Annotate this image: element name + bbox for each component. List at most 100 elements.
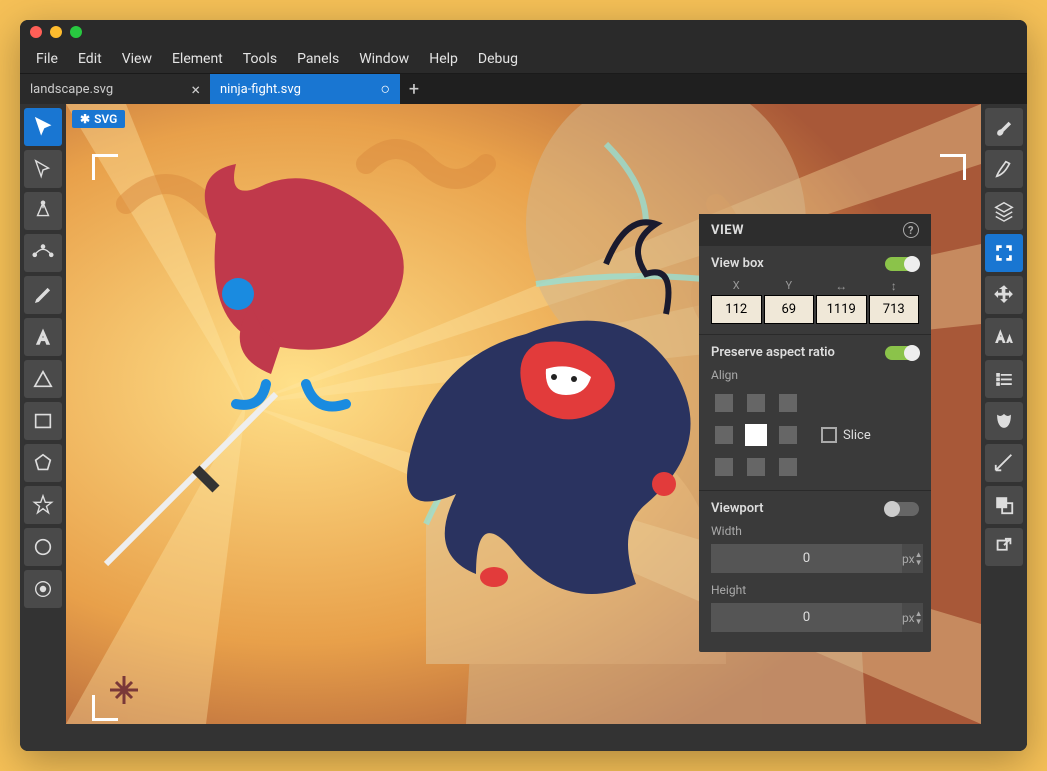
viewbox-height-input[interactable] xyxy=(869,295,920,324)
curve-tool[interactable] xyxy=(24,234,62,272)
new-tab-button[interactable]: + xyxy=(400,74,428,104)
view-panel-button[interactable] xyxy=(985,234,1023,272)
menu-edit[interactable]: Edit xyxy=(70,47,110,71)
star-tool[interactable] xyxy=(24,486,62,524)
vb-header-x: X xyxy=(711,279,762,293)
panel-title: VIEW xyxy=(711,223,744,238)
badge-label: SVG xyxy=(94,112,117,126)
direct-select-tool[interactable] xyxy=(24,150,62,188)
menu-view[interactable]: View xyxy=(114,47,160,71)
pointer-tool[interactable] xyxy=(24,108,62,146)
viewport-height-input[interactable] xyxy=(711,603,902,632)
pen-panel-button[interactable] xyxy=(985,150,1023,188)
menu-panels[interactable]: Panels xyxy=(289,47,347,71)
align-top-left[interactable] xyxy=(715,394,733,412)
menu-file[interactable]: File xyxy=(28,47,66,71)
checkbox-icon xyxy=(821,427,837,443)
list-panel-button[interactable] xyxy=(985,360,1023,398)
view-panel: VIEW ? View box X Y ↔ ↕ xyxy=(699,214,931,652)
tabbar: landscape.svg × ninja-fight.svg ○ + xyxy=(20,74,1027,104)
close-icon[interactable]: ○ xyxy=(380,79,390,99)
canvas[interactable]: ✱ SVG VIEW ? View box X Y xyxy=(66,104,981,751)
viewbox-section: View box X Y ↔ ↕ xyxy=(699,246,931,335)
slice-label: Slice xyxy=(843,428,871,443)
preserve-label: Preserve aspect ratio xyxy=(711,345,835,360)
preserve-aspect-section: Preserve aspect ratio Align xyxy=(699,335,931,491)
layers-panel-button[interactable] xyxy=(985,192,1023,230)
menu-debug[interactable]: Debug xyxy=(470,47,526,71)
chevron-down-icon: ▼ xyxy=(915,618,923,626)
brush-panel-button[interactable] xyxy=(985,108,1023,146)
align-bottom-center[interactable] xyxy=(747,458,765,476)
right-toolbar xyxy=(981,104,1027,751)
viewbox-y-input[interactable] xyxy=(764,295,815,324)
help-icon[interactable]: ? xyxy=(903,222,919,238)
slice-checkbox[interactable]: Slice xyxy=(821,427,871,443)
tab-label: landscape.svg xyxy=(30,82,113,97)
export-panel-button[interactable] xyxy=(985,528,1023,566)
menu-element[interactable]: Element xyxy=(164,47,231,71)
vb-header-y: Y xyxy=(764,279,815,293)
viewport-corner-bottom-left xyxy=(92,695,118,721)
width-stepper[interactable]: ▲ ▼ xyxy=(915,544,923,573)
viewport-corner-top-left xyxy=(92,154,118,180)
path-tool[interactable] xyxy=(24,192,62,230)
file-tab-landscape[interactable]: landscape.svg × xyxy=(20,74,210,104)
align-label: Align xyxy=(711,368,919,382)
measure-panel-button[interactable] xyxy=(985,444,1023,482)
overlap-panel-button[interactable] xyxy=(985,486,1023,524)
pencil-tool[interactable] xyxy=(24,276,62,314)
width-unit[interactable]: px xyxy=(902,544,915,573)
align-bottom-left[interactable] xyxy=(715,458,733,476)
file-tab-ninja-fight[interactable]: ninja-fight.svg ○ xyxy=(210,74,400,104)
move-panel-button[interactable] xyxy=(985,276,1023,314)
viewbox-x-input[interactable] xyxy=(711,295,762,324)
menu-help[interactable]: Help xyxy=(421,47,466,71)
tab-label: ninja-fight.svg xyxy=(220,82,301,97)
window-zoom-button[interactable] xyxy=(70,26,82,38)
align-grid xyxy=(711,390,801,480)
polygon-tool[interactable] xyxy=(24,444,62,482)
vertical-arrows-icon: ↕ xyxy=(869,279,920,293)
mask-panel-button[interactable] xyxy=(985,402,1023,440)
panel-header[interactable]: VIEW ? xyxy=(699,214,931,246)
height-stepper[interactable]: ▲ ▼ xyxy=(915,603,923,632)
menu-window[interactable]: Window xyxy=(351,47,417,71)
left-toolbar xyxy=(20,104,66,751)
height-label: Height xyxy=(711,583,919,597)
close-icon[interactable]: × xyxy=(191,80,200,99)
align-mid-left[interactable] xyxy=(715,426,733,444)
window-close-button[interactable] xyxy=(30,26,42,38)
preserve-toggle[interactable] xyxy=(885,346,919,360)
height-unit[interactable]: px xyxy=(902,603,915,632)
align-mid-right[interactable] xyxy=(779,426,797,444)
asterisk-icon: ✱ xyxy=(80,112,90,126)
viewport-toggle[interactable] xyxy=(885,502,919,516)
triangle-tool[interactable] xyxy=(24,360,62,398)
window-minimize-button[interactable] xyxy=(50,26,62,38)
width-label: Width xyxy=(711,524,919,538)
svg-root-badge[interactable]: ✱ SVG xyxy=(72,110,125,128)
viewport-section: Viewport Width px ▲ ▼ Height xyxy=(699,491,931,652)
circle-tool[interactable] xyxy=(24,528,62,566)
typography-panel-button[interactable] xyxy=(985,318,1023,356)
titlebar xyxy=(20,20,1027,44)
rectangle-tool[interactable] xyxy=(24,402,62,440)
chevron-down-icon: ▼ xyxy=(915,559,923,567)
viewbox-width-input[interactable] xyxy=(816,295,867,324)
text-tool[interactable] xyxy=(24,318,62,356)
menu-tools[interactable]: Tools xyxy=(235,47,285,71)
viewbox-label: View box xyxy=(711,256,764,271)
viewport-corner-top-right xyxy=(940,154,966,180)
app-window: File Edit View Element Tools Panels Wind… xyxy=(20,20,1027,751)
align-center[interactable] xyxy=(745,424,767,446)
menubar: File Edit View Element Tools Panels Wind… xyxy=(20,44,1027,74)
align-top-center[interactable] xyxy=(747,394,765,412)
target-tool[interactable] xyxy=(24,570,62,608)
viewport-label: Viewport xyxy=(711,501,763,516)
viewbox-toggle[interactable] xyxy=(885,257,919,271)
align-bottom-right[interactable] xyxy=(779,458,797,476)
viewport-width-input[interactable] xyxy=(711,544,902,573)
horizontal-arrows-icon: ↔ xyxy=(816,279,867,293)
align-top-right[interactable] xyxy=(779,394,797,412)
